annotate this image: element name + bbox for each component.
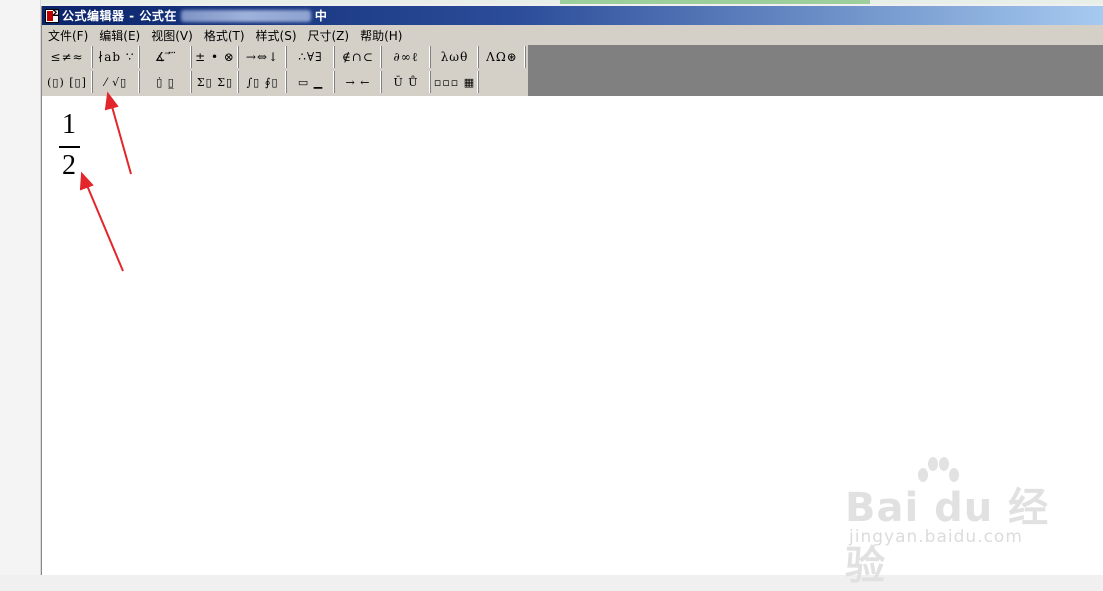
arrow-to-fraction-result xyxy=(79,171,124,272)
baidu-jingyan-watermark: Bai du 经验 jingyan.baidu.com xyxy=(845,455,1065,589)
arrow-to-fraction-template xyxy=(104,91,132,175)
watermark-url-text: jingyan.baidu.com xyxy=(849,527,1023,547)
